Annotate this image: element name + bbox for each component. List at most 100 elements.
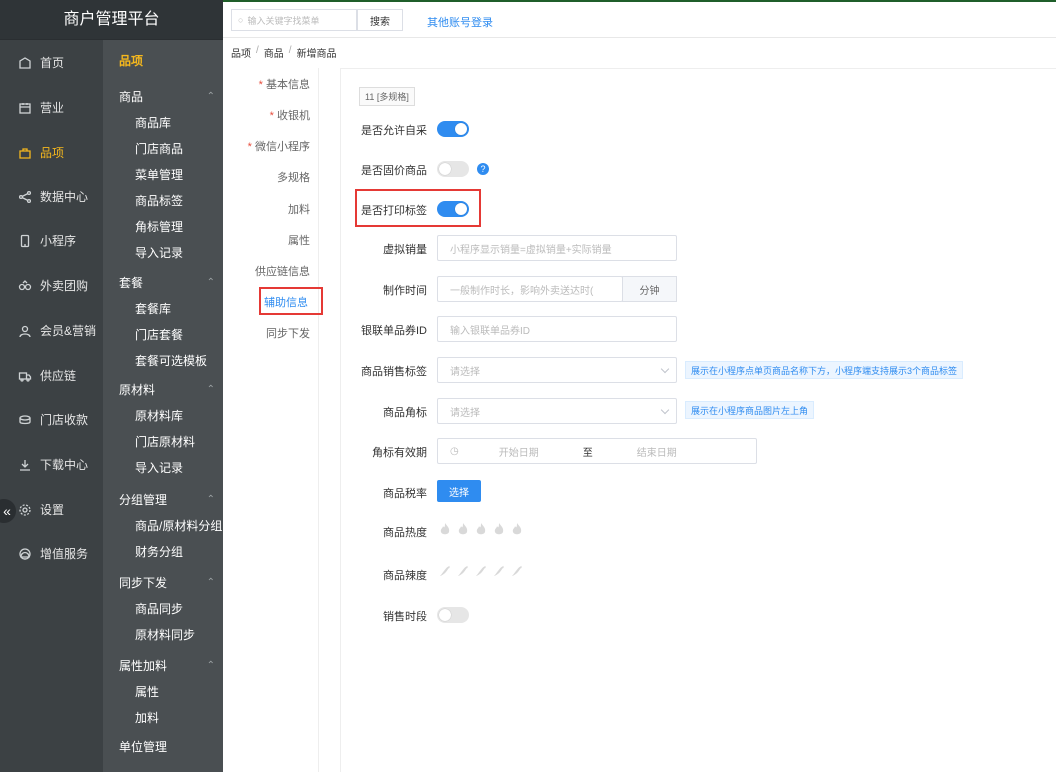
- sub-nav-item[interactable]: 菜单管理: [135, 166, 183, 183]
- corner-validity-range[interactable]: ◷ 开始日期 至 结束日期: [437, 438, 757, 464]
- spec-tag: 11 [多规格]: [359, 87, 415, 106]
- sub-nav-item[interactable]: 商品/原材料分组: [135, 517, 222, 534]
- nav-item-2[interactable]: 营业: [0, 85, 103, 130]
- sales-tag-placeholder: 请选择: [450, 366, 480, 378]
- sub-sidebar-title: 品项: [119, 54, 144, 68]
- sub-group-header[interactable]: 属性加料 ⌃: [119, 657, 215, 674]
- heat-rating[interactable]: [439, 522, 523, 536]
- sub-nav-item[interactable]: 门店原材料: [135, 433, 195, 450]
- nav-item-label: 供应链: [40, 369, 77, 383]
- pepper-icon[interactable]: [475, 564, 487, 578]
- menu-search-input[interactable]: ○ 输入关键字找菜单: [231, 9, 357, 31]
- tab-3[interactable]: * 微信小程序: [248, 138, 310, 154]
- sub-group-label: 商品: [119, 90, 144, 104]
- form-section-tabs: * 基本信息 * 收银机 * 微信小程序 多规格 加料 属性 供应链信息 辅助信息 同步下发: [231, 68, 319, 772]
- make-time-input[interactable]: 一般制作时长，影响外卖送达时(: [437, 276, 623, 302]
- fixed-price-switch[interactable]: [437, 161, 469, 177]
- sale-period-label: 销售时段: [383, 611, 427, 623]
- nav-item-4[interactable]: 数据中心: [0, 174, 103, 219]
- sub-group-header[interactable]: 同步下发 ⌃: [119, 574, 215, 591]
- range-separator: 至: [582, 447, 593, 459]
- pepper-icon[interactable]: [439, 564, 451, 578]
- pepper-icon[interactable]: [457, 564, 469, 578]
- sub-nav-item[interactable]: 套餐库: [135, 300, 171, 317]
- platform-title: 商户管理平台: [0, 0, 223, 40]
- tab-5[interactable]: 加料: [288, 201, 310, 217]
- search-icon: ○: [238, 15, 244, 25]
- tab-label: 收银机: [277, 110, 310, 122]
- sub-nav-item[interactable]: 商品同步: [135, 600, 183, 617]
- sub-nav-item[interactable]: 导入记录: [135, 459, 183, 476]
- sub-nav-item[interactable]: 门店套餐: [135, 326, 183, 343]
- sub-group-header[interactable]: 套餐 ⌃: [119, 274, 215, 291]
- bag-icon: [18, 146, 32, 160]
- nav-item-12[interactable]: 增值服务: [0, 531, 103, 576]
- allow-self-purchase-switch[interactable]: [437, 121, 469, 137]
- sale-period-switch[interactable]: [437, 607, 469, 623]
- sub-group-header[interactable]: 分组管理 ⌃: [119, 491, 215, 508]
- flame-icon[interactable]: [457, 522, 469, 536]
- print-label-switch[interactable]: [437, 201, 469, 217]
- nav-item-label: 小程序: [40, 234, 77, 248]
- corner-mark-placeholder: 请选择: [450, 407, 480, 419]
- sub-nav-item[interactable]: 门店商品: [135, 140, 183, 157]
- sub-nav-item[interactable]: 角标管理: [135, 218, 183, 235]
- start-date: 开始日期: [498, 447, 539, 459]
- sub-group-label: 原材料: [119, 383, 156, 397]
- nav-item-8[interactable]: 供应链: [0, 353, 103, 398]
- sub-nav-item[interactable]: 导入记录: [135, 244, 183, 261]
- tab-6[interactable]: 属性: [288, 232, 310, 248]
- tab-label: 同步下发: [266, 328, 310, 340]
- chevron-up-icon: ⌃: [206, 577, 215, 588]
- share-icon: [18, 190, 32, 204]
- calendar-icon: [18, 101, 32, 115]
- sub-nav-item[interactable]: 套餐可选模板: [135, 352, 207, 369]
- nav-item-6[interactable]: 外卖团购: [0, 263, 103, 308]
- breadcrumb-item[interactable]: 品项: [231, 45, 251, 60]
- spicy-rating[interactable]: [439, 564, 523, 578]
- sales-tag-select[interactable]: 请选择: [437, 357, 677, 383]
- unionpay-id-input[interactable]: 输入银联单品券ID: [437, 316, 677, 342]
- help-icon[interactable]: ?: [477, 163, 489, 175]
- flame-icon[interactable]: [439, 522, 451, 536]
- pepper-icon[interactable]: [493, 564, 505, 578]
- sub-nav-item[interactable]: 原材料同步: [135, 626, 195, 643]
- sub-nav-item[interactable]: 属性: [135, 683, 159, 700]
- other-account-login-link[interactable]: 其他账号登录: [427, 14, 493, 30]
- sub-group-header[interactable]: 单位管理: [119, 738, 215, 755]
- flame-icon[interactable]: [511, 522, 523, 536]
- nav-item-3[interactable]: 品项: [0, 130, 103, 175]
- pepper-icon[interactable]: [511, 564, 523, 578]
- tab-4[interactable]: 多规格: [277, 169, 310, 185]
- search-button[interactable]: 搜索: [357, 9, 403, 31]
- sub-nav-item[interactable]: 商品标签: [135, 192, 183, 209]
- nav-item-1[interactable]: 首页: [0, 40, 103, 85]
- wallet-icon: [18, 413, 32, 427]
- flame-icon[interactable]: [493, 522, 505, 536]
- tab-7[interactable]: 供应链信息: [255, 263, 310, 279]
- chevron-down-icon: [660, 405, 670, 415]
- virtual-sales-input[interactable]: 小程序显示销量=虚拟销量+实际销量: [437, 235, 677, 261]
- sub-nav-item[interactable]: 财务分组: [135, 543, 183, 560]
- tax-rate-select-button[interactable]: 选择: [437, 480, 481, 502]
- user-icon: [18, 324, 32, 338]
- nav-item-10[interactable]: 下载中心: [0, 442, 103, 487]
- sub-nav-item[interactable]: 加料: [135, 709, 159, 726]
- tab-1[interactable]: * 基本信息: [259, 76, 310, 92]
- sub-group-header[interactable]: 原材料 ⌃: [119, 381, 215, 398]
- sales-tag-hint: 展示在小程序点单页商品名称下方，小程序端支持展示3个商品标签: [685, 361, 964, 379]
- breadcrumb-item[interactable]: 商品: [264, 45, 284, 60]
- nav-item-9[interactable]: 门店收款: [0, 397, 103, 442]
- nav-item-7[interactable]: 会员&营销: [0, 308, 103, 353]
- nav-item-5[interactable]: 小程序: [0, 218, 103, 263]
- tab-2[interactable]: * 收银机: [270, 107, 310, 123]
- sub-sidebar: 品项 商品 ⌃ 商品库 门店商品 菜单管理 商品标签 角标管理 导入记录 套餐 ⌃ 套餐库 门店套餐套…: [103, 40, 223, 772]
- corner-mark-select[interactable]: 请选择: [437, 398, 677, 424]
- make-time-label: 制作时间: [383, 285, 427, 297]
- tab-9[interactable]: 同步下发: [266, 325, 310, 341]
- print-label-label: 是否打印标签: [361, 205, 427, 217]
- sub-group-header[interactable]: 商品 ⌃: [119, 88, 215, 105]
- flame-icon[interactable]: [475, 522, 487, 536]
- sub-nav-item[interactable]: 商品库: [135, 114, 171, 131]
- sub-nav-item[interactable]: 原材料库: [135, 407, 183, 424]
